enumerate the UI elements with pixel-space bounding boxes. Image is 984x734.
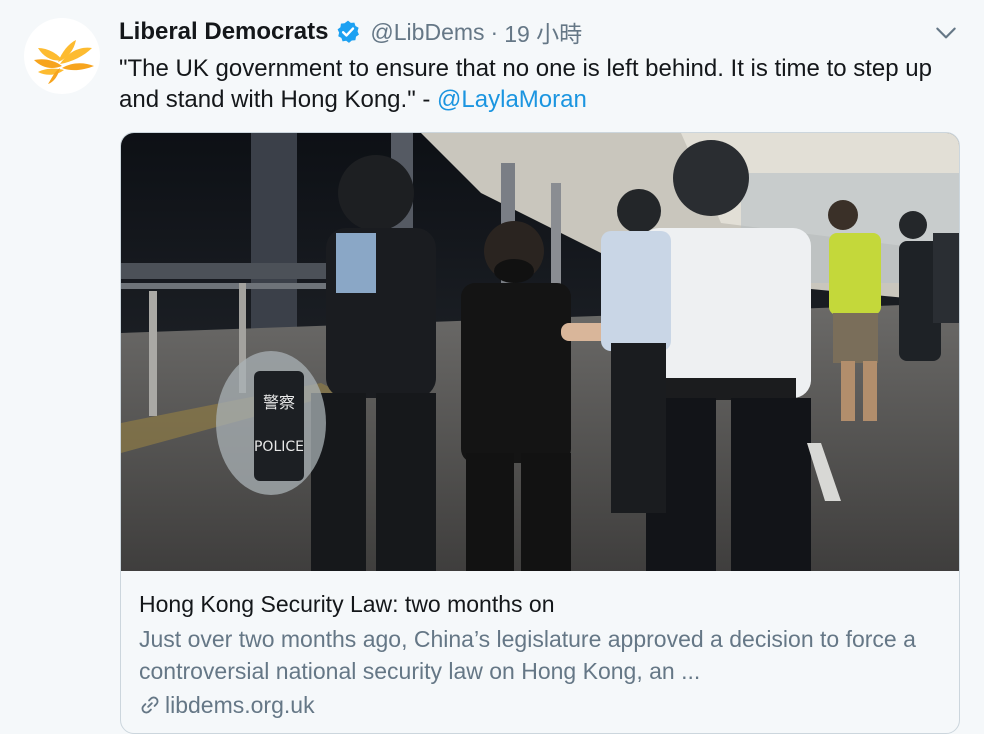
timestamp[interactable]: 19 小時 [504, 15, 582, 49]
liberal-democrats-bird-logo-icon [34, 40, 94, 84]
card-link[interactable]: libdems.org.uk [139, 689, 949, 721]
avatar[interactable] [24, 18, 100, 94]
shield-text: POLICE [254, 439, 304, 455]
separator-dot: · [490, 18, 499, 45]
tweet-text: "The UK government to ensure that no one… [119, 53, 949, 115]
card-photo[interactable]: 警察 POLICE [121, 133, 959, 571]
card-description: Just over two months ago, China’s legisl… [139, 626, 916, 684]
card-body: Hong Kong Security Law: two months on Ju… [139, 588, 949, 721]
card-domain: libdems.org.uk [165, 692, 315, 718]
verified-badge-icon [338, 20, 360, 43]
link-card[interactable]: 警察 POLICE Hong Kong Security Law: two mo… [120, 132, 960, 734]
shield-text-cn: 警察 [263, 393, 295, 412]
link-icon [141, 696, 159, 714]
card-title[interactable]: Hong Kong Security Law: two months on [139, 588, 949, 620]
chevron-down-icon[interactable] [933, 20, 959, 46]
mention-link[interactable]: @LaylaMoran [437, 86, 587, 113]
tweet-header: Liberal Democrats @LibDems · 19 小時 [119, 14, 582, 50]
tweet[interactable]: Liberal Democrats @LibDems · 19 小時 "The … [0, 0, 984, 734]
author-handle[interactable]: @LibDems [370, 19, 484, 46]
author-name[interactable]: Liberal Democrats [119, 18, 328, 46]
